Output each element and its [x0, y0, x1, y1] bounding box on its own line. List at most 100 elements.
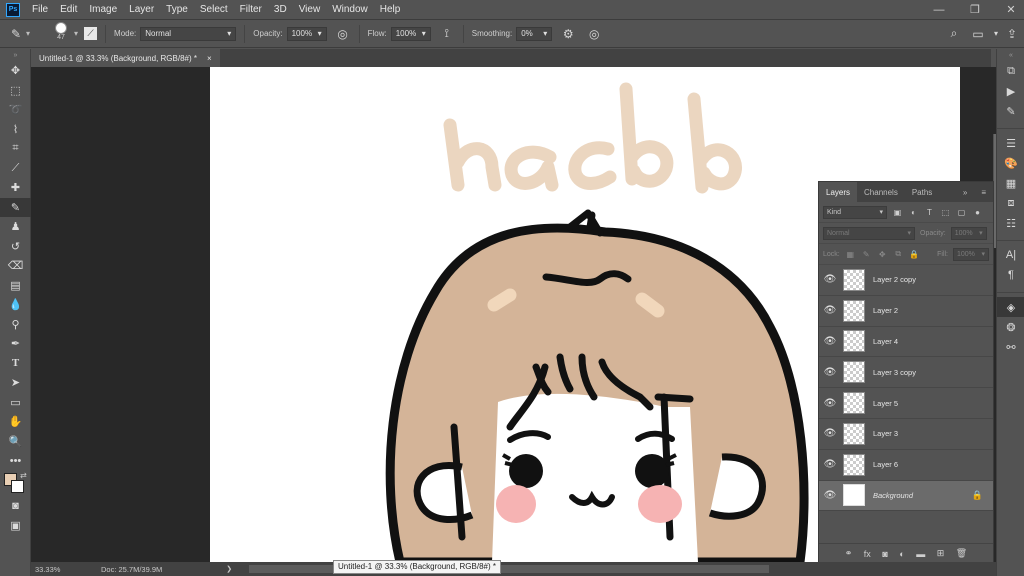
panel-menu-icon[interactable]: ≡: [974, 182, 993, 202]
visibility-eye-icon[interactable]: 👁: [819, 274, 841, 285]
adjustments-icon[interactable]: ☰: [997, 133, 1024, 153]
blend-mode-select[interactable]: Normal ▾: [823, 226, 915, 240]
screen-mode-icon[interactable]: ▣: [0, 516, 31, 536]
layers-panel-icon[interactable]: ◈: [997, 297, 1024, 317]
fill-field[interactable]: 100% ▾: [953, 247, 989, 261]
lock-transparency-icon[interactable]: ▦: [845, 250, 856, 259]
layer-row[interactable]: 👁 Layer 2 copy: [819, 265, 993, 296]
pressure-size-icon[interactable]: ◎: [586, 26, 602, 42]
menu-window[interactable]: Window: [332, 4, 368, 15]
menu-help[interactable]: Help: [380, 4, 401, 15]
filter-kind-select[interactable]: Kind ▾: [823, 205, 887, 219]
character-panel-icon[interactable]: A|: [997, 245, 1024, 265]
eyedropper-tool-icon[interactable]: ⟋: [0, 159, 31, 179]
menu-file[interactable]: File: [32, 4, 48, 15]
lasso-tool-icon[interactable]: ➰: [0, 100, 31, 120]
brush-size-picker[interactable]: 47: [50, 21, 72, 46]
more-tools-icon[interactable]: •••: [0, 451, 31, 471]
lock-all-icon[interactable]: 🔒: [909, 250, 920, 259]
lock-position-icon[interactable]: ✥: [877, 250, 888, 259]
gear-icon[interactable]: ⚙: [560, 26, 576, 42]
visibility-eye-icon[interactable]: 👁: [819, 428, 841, 439]
channels-panel-icon[interactable]: ❂: [997, 317, 1024, 337]
new-layer-icon[interactable]: ⊞: [937, 548, 945, 559]
smoothing-field[interactable]: 0% ▾: [516, 26, 553, 41]
panel-collapse-icon[interactable]: »: [0, 49, 31, 61]
clone-stamp-tool-icon[interactable]: ♟: [0, 217, 31, 237]
rectangle-tool-icon[interactable]: ▭: [0, 393, 31, 413]
menu-layer[interactable]: Layer: [129, 4, 154, 15]
layer-row[interactable]: 👁 Layer 5: [819, 388, 993, 419]
visibility-eye-icon[interactable]: 👁: [819, 459, 841, 470]
mode-select[interactable]: Normal ▾: [140, 26, 237, 41]
lock-pixels-icon[interactable]: ✎: [861, 250, 872, 259]
marquee-tool-icon[interactable]: ⬚: [0, 81, 31, 101]
menu-select[interactable]: Select: [200, 4, 228, 15]
type-filter-icon[interactable]: T: [924, 208, 935, 217]
path-select-tool-icon[interactable]: ➤: [0, 373, 31, 393]
history-panel-icon[interactable]: ⧉: [997, 61, 1024, 81]
chevron-down-icon[interactable]: ▾: [74, 29, 78, 38]
shape-filter-icon[interactable]: ⬚: [940, 208, 951, 217]
collapse-icon[interactable]: «: [997, 49, 1024, 61]
layer-row[interactable]: 👁 Layer 4: [819, 327, 993, 358]
brush-tool-icon[interactable]: ✎: [0, 197, 31, 217]
status-menu-chevron-icon[interactable]: ❯: [226, 565, 232, 573]
chevron-down-icon[interactable]: ▾: [988, 26, 1004, 42]
visibility-eye-icon[interactable]: 👁: [819, 336, 841, 347]
layer-row-background[interactable]: 👁 Background 🔒: [819, 480, 993, 512]
healing-brush-tool-icon[interactable]: ✚: [0, 178, 31, 198]
layer-row[interactable]: 👁 Layer 2: [819, 296, 993, 327]
libraries-icon[interactable]: ⧈: [997, 193, 1024, 213]
horizontal-scrollbar[interactable]: [249, 565, 769, 573]
expand-icon[interactable]: »: [956, 182, 974, 202]
layer-opacity-field[interactable]: 100% ▾: [950, 226, 987, 240]
layer-style-fx-icon[interactable]: fx: [864, 549, 871, 559]
history-brush-tool-icon[interactable]: ↺: [0, 237, 31, 257]
crop-tool-icon[interactable]: ⌗: [0, 139, 31, 159]
swatches-grid-icon[interactable]: ▦: [997, 173, 1024, 193]
color-swatches[interactable]: ⇄: [0, 471, 31, 497]
blur-tool-icon[interactable]: 💧: [0, 295, 31, 315]
pressure-opacity-icon[interactable]: ◎: [335, 26, 351, 42]
close-icon[interactable]: ✕: [1004, 3, 1018, 16]
layer-row[interactable]: 👁 Layer 6: [819, 450, 993, 481]
workspace-icon[interactable]: ▭: [970, 26, 986, 42]
minimize-icon[interactable]: —: [932, 4, 946, 16]
share-icon[interactable]: ⇪: [1004, 26, 1020, 42]
adjustment-filter-icon[interactable]: ◐: [908, 208, 919, 217]
new-group-folder-icon[interactable]: ▬: [916, 549, 925, 559]
filter-toggle-icon[interactable]: ●: [972, 208, 983, 217]
menu-image[interactable]: Image: [89, 4, 117, 15]
pen-tool-icon[interactable]: ✒: [0, 334, 31, 354]
visibility-eye-icon[interactable]: 👁: [819, 305, 841, 316]
background-color-swatch[interactable]: [11, 479, 24, 493]
layer-row[interactable]: 👁 Layer 3 copy: [819, 357, 993, 389]
menu-type[interactable]: Type: [166, 4, 188, 15]
eraser-tool-icon[interactable]: ⌫: [0, 256, 31, 276]
airbrush-icon[interactable]: ⟟: [439, 26, 455, 42]
swap-colors-icon[interactable]: ⇄: [20, 471, 27, 480]
gradient-tool-icon[interactable]: ▤: [0, 276, 31, 296]
smart-object-filter-icon[interactable]: ▢: [956, 208, 967, 217]
brush-panel-icon[interactable]: ⟋: [84, 27, 98, 40]
adjustment-layer-icon[interactable]: ◐: [899, 549, 904, 559]
menu-view[interactable]: View: [299, 4, 321, 15]
actions-play-icon[interactable]: ▶: [997, 81, 1024, 101]
tab-paths[interactable]: Paths: [905, 182, 939, 202]
link-layers-icon[interactable]: ⚭: [845, 548, 853, 559]
quick-mask-icon[interactable]: ◙: [0, 497, 31, 517]
brush-preset-icon[interactable]: ✎: [8, 26, 24, 42]
dodge-tool-icon[interactable]: ⚲: [0, 315, 31, 335]
opacity-field[interactable]: 100% ▾: [286, 26, 327, 41]
paragraph-panel-icon[interactable]: ¶: [997, 265, 1024, 285]
tab-channels[interactable]: Channels: [857, 182, 905, 202]
zoom-level[interactable]: 33.33%: [35, 565, 85, 574]
add-mask-icon[interactable]: ◙: [882, 549, 887, 559]
pixel-filter-icon[interactable]: ▣: [892, 208, 903, 217]
color-palette-icon[interactable]: 🎨: [997, 153, 1024, 173]
paths-panel-icon[interactable]: ⚯: [997, 337, 1024, 357]
lock-artboard-icon[interactable]: ⧉: [893, 249, 904, 259]
zoom-tool-icon[interactable]: 🔍: [0, 432, 31, 452]
menu-filter[interactable]: Filter: [240, 4, 262, 15]
